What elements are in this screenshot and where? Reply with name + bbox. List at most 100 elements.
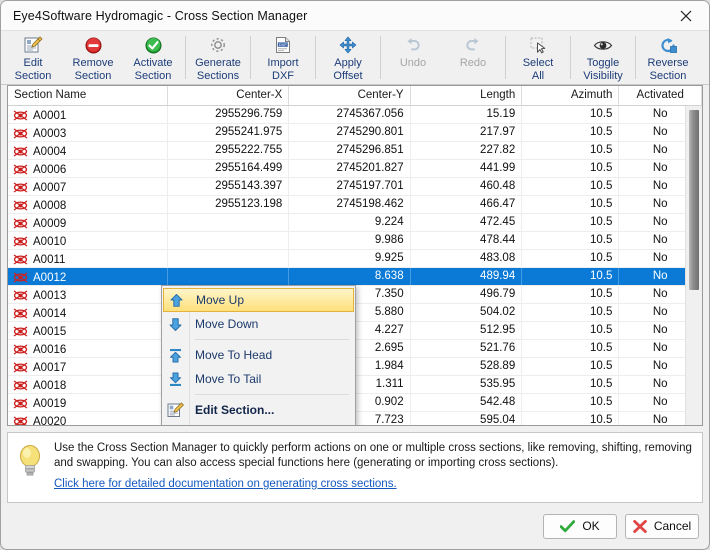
cell-azimuth: 10.5 [522, 286, 620, 303]
cross-section-manager-window: Eye4Software Hydromagic - Cross Section … [0, 0, 710, 550]
menu-item-move-down[interactable]: Move Down [162, 312, 355, 336]
generate-sections-icon [209, 35, 227, 55]
toolbar-separator [250, 36, 251, 79]
section-name-label: A0004 [33, 145, 67, 158]
column-header-center-y[interactable]: Center-Y [289, 86, 411, 105]
table-row[interactable]: A0006 2955164.499 2745201.827 441.99 10.5 No [8, 160, 702, 178]
table-row[interactable]: A0012 8.638 489.94 10.5 No [8, 268, 702, 286]
vertical-scrollbar[interactable] [685, 106, 702, 425]
cell-center-x [168, 214, 290, 231]
cell-azimuth: 10.5 [522, 142, 620, 159]
cell-section-name: A0013 [8, 286, 168, 303]
toolbar-button-edit-section[interactable]: Edit Section [3, 31, 63, 84]
menu-item-edit-section[interactable]: Edit Section... [162, 398, 355, 422]
toolbar-button-import-dxf[interactable]: DXF Import DXF [253, 31, 313, 84]
column-header-activated[interactable]: Activated [619, 86, 702, 105]
cell-length: 478.44 [411, 232, 523, 249]
context-menu: Move Up Move Down Move To Head Move To Tail… [161, 285, 356, 425]
toolbar-label: Apply Offset [333, 57, 363, 82]
table-row[interactable]: A0010 9.986 478.44 10.5 No [8, 232, 702, 250]
toolbar-label: Edit Section [14, 57, 52, 82]
toolbar-label: Select All [522, 57, 554, 82]
cell-length: 496.79 [411, 286, 523, 303]
cell-length: 472.45 [411, 214, 523, 231]
hidden-section-icon [13, 163, 28, 176]
cell-center-x: 2955222.755 [168, 142, 290, 159]
toolbar: Edit Section Remove Section Activate Sec… [1, 31, 709, 85]
cell-center-y: 2745290.801 [289, 124, 411, 141]
table-row[interactable]: A0011 9.925 483.08 10.5 No [8, 250, 702, 268]
column-header-azimuth[interactable]: Azimuth [522, 86, 620, 105]
cell-center-x: 2955164.499 [168, 160, 290, 177]
toolbar-label: Reverse Section [647, 57, 689, 82]
section-name-label: A0013 [33, 289, 67, 302]
cell-section-name: A0011 [8, 250, 168, 267]
close-icon[interactable] [663, 1, 709, 30]
cell-center-y: 2745367.056 [289, 106, 411, 123]
ok-button[interactable]: OK [543, 513, 617, 539]
cell-azimuth: 10.5 [522, 214, 620, 231]
cell-center-x [168, 268, 290, 285]
cell-center-x: 2955296.759 [168, 106, 290, 123]
toolbar-button-remove-section[interactable]: Remove Section [63, 31, 123, 84]
cell-length: 512.95 [411, 322, 523, 339]
hidden-section-icon [13, 271, 28, 284]
toolbar-separator [315, 36, 316, 79]
menu-item-remove-section[interactable]: Remove Section... [162, 422, 355, 425]
ok-button-label: OK [582, 519, 600, 533]
hidden-section-icon [13, 343, 28, 356]
cell-section-name: A0007 [8, 178, 168, 195]
cell-length: 504.02 [411, 304, 523, 321]
cell-section-name: A0012 [8, 268, 168, 285]
cell-section-name: A0009 [8, 214, 168, 231]
table-row[interactable]: A0003 2955241.975 2745290.801 217.97 10.5 No [8, 124, 702, 142]
cell-azimuth: 10.5 [522, 160, 620, 177]
cell-length: 15.19 [411, 106, 523, 123]
cell-center-y: 8.638 [289, 268, 411, 285]
table-row[interactable]: A0001 2955296.759 2745367.056 15.19 10.5 No [8, 106, 702, 124]
column-header-section-name[interactable]: Section Name [8, 86, 168, 105]
column-header-length[interactable]: Length [411, 86, 523, 105]
toolbar-label: Generate Sections [195, 57, 241, 82]
cell-azimuth: 10.5 [522, 412, 620, 425]
column-header-center-x[interactable]: Center-X [168, 86, 290, 105]
menu-item-move-to-head[interactable]: Move To Head [162, 343, 355, 367]
lightbulb-icon [16, 441, 46, 492]
section-name-label: A0007 [33, 181, 67, 194]
cell-section-name: A0020 [8, 412, 168, 425]
toolbar-button-toggle-visibility[interactable]: Toggle Visibility [573, 31, 633, 84]
scrollbar-thumb[interactable] [689, 110, 699, 290]
cell-center-y: 2745197.701 [289, 178, 411, 195]
cell-length: 227.82 [411, 142, 523, 159]
documentation-link[interactable]: Click here for detailed documentation on… [54, 478, 397, 490]
table-row[interactable]: A0004 2955222.755 2745296.851 227.82 10.5 No [8, 142, 702, 160]
cell-azimuth: 10.5 [522, 358, 620, 375]
remove-section-icon [162, 422, 188, 425]
toolbar-button-activate-section[interactable]: Activate Section [123, 31, 183, 84]
toolbar-button-redo[interactable]: Redo [443, 31, 503, 84]
toolbar-label: Remove Section [72, 57, 114, 82]
cell-center-x [168, 250, 290, 267]
menu-item-move-up[interactable]: Move Up [163, 288, 354, 312]
cancel-button[interactable]: Cancel [625, 513, 699, 539]
cell-azimuth: 10.5 [522, 124, 620, 141]
toolbar-label: Redo [459, 57, 487, 69]
toolbar-button-reverse-section[interactable]: Reverse Section [638, 31, 698, 84]
menu-separator [195, 394, 349, 395]
toolbar-button-generate-sections[interactable]: Generate Sections [188, 31, 248, 84]
cell-section-name: A0015 [8, 322, 168, 339]
toolbar-button-undo[interactable]: Undo [383, 31, 443, 84]
cell-section-name: A0016 [8, 340, 168, 357]
toolbar-button-apply-offset[interactable]: Apply Offset [318, 31, 378, 84]
toolbar-button-select-all[interactable]: Select All [508, 31, 568, 84]
table-row[interactable]: A0008 2955123.198 2745198.462 466.47 10.5 No [8, 196, 702, 214]
table-row[interactable]: A0007 2955143.397 2745197.701 460.48 10.5 No [8, 178, 702, 196]
menu-item-move-to-tail[interactable]: Move To Tail [162, 367, 355, 391]
cell-azimuth: 10.5 [522, 268, 620, 285]
cell-section-name: A0004 [8, 142, 168, 159]
cell-length: 521.76 [411, 340, 523, 357]
table-row[interactable]: A0009 9.224 472.45 10.5 No [8, 214, 702, 232]
toolbar-label: Undo [399, 57, 427, 69]
section-name-label: A0001 [33, 109, 67, 122]
select-all-icon [529, 35, 547, 55]
